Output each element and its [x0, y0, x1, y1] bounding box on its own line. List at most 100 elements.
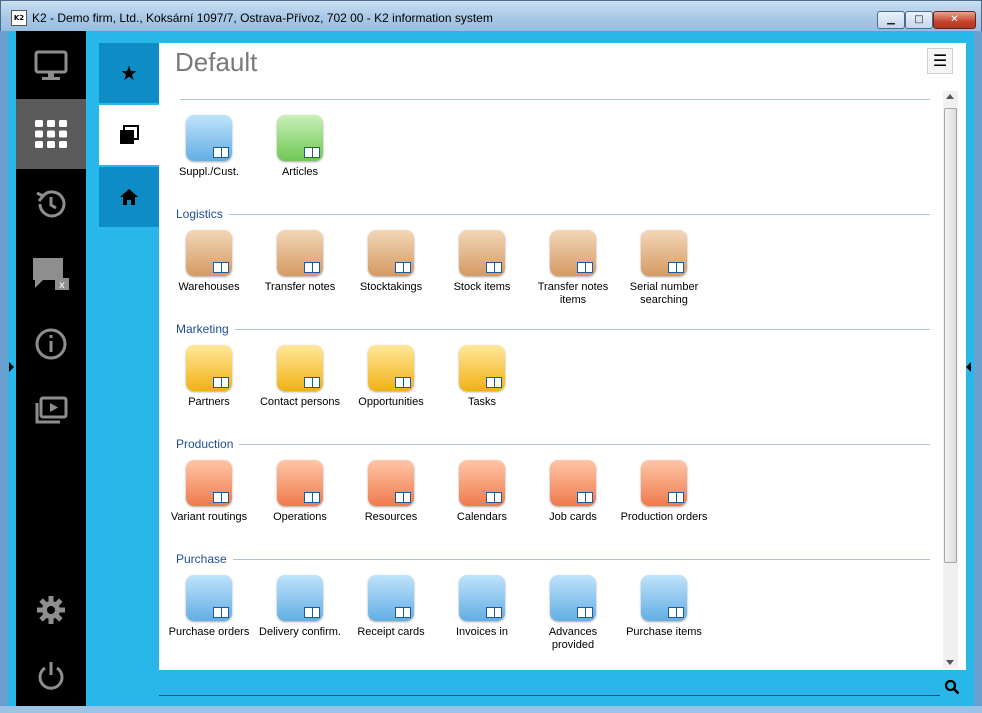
book-icon — [213, 492, 229, 503]
scroll-up-arrow-icon[interactable] — [946, 94, 954, 99]
main-content: Default ☰ Logistics Marketing Production… — [159, 43, 966, 670]
book-icon — [304, 607, 320, 618]
scroll-thumb[interactable] — [944, 108, 957, 563]
section-label-purchase: Purchase — [176, 552, 233, 566]
section-divider-marketing — [180, 329, 930, 330]
tile-opportunities[interactable]: Opportunities — [345, 345, 437, 409]
maximize-button[interactable]: □ — [905, 11, 933, 29]
tile-articles[interactable]: Articles — [254, 115, 346, 179]
media-icon — [35, 396, 68, 424]
tile-purchase-orders[interactable]: Purchase orders — [163, 575, 255, 639]
close-button[interactable]: ✕ — [933, 11, 976, 29]
tile-partners[interactable]: Partners — [163, 345, 255, 409]
forklift-icon — [186, 230, 232, 276]
settings-icon — [37, 596, 65, 624]
tab-home[interactable] — [99, 167, 159, 227]
section-label-production: Production — [176, 437, 240, 451]
star-icon: ★ — [120, 61, 138, 85]
book-icon — [395, 607, 411, 618]
tile-operations[interactable]: Operations — [254, 460, 346, 524]
tile-serial-number-searching[interactable]: Serial number searching — [618, 230, 710, 307]
tile-production-orders[interactable]: Production orders — [618, 460, 710, 524]
tile-label: Purchase items — [626, 626, 702, 638]
svg-text:x: x — [59, 280, 65, 291]
basket-icon — [550, 230, 596, 276]
tab-windows[interactable] — [99, 105, 159, 165]
scroll-down-arrow-icon[interactable] — [946, 660, 954, 665]
windows-icon — [120, 125, 139, 144]
nav-item-monitor[interactable] — [16, 31, 86, 101]
tile-stock-items[interactable]: Stock items — [436, 230, 528, 294]
advance-icon — [550, 575, 596, 621]
tile-label: Invoices in — [456, 626, 508, 638]
tile-label: Delivery confirm. — [259, 626, 341, 638]
tile-label: Contact persons — [259, 396, 341, 408]
tile-job-cards[interactable]: Job cards — [527, 460, 619, 524]
book-icon — [486, 607, 502, 618]
nav-item-messages[interactable]: x — [16, 239, 86, 309]
tile-label: Job cards — [549, 511, 597, 523]
application-window: K2 K2 - Demo firm, Ltd., Koksární 1097/7… — [0, 0, 982, 713]
tab-favorites[interactable]: ★ — [99, 43, 159, 103]
book-icon — [395, 262, 411, 273]
window-bottom-border — [0, 706, 982, 713]
job-card-icon — [550, 460, 596, 506]
tile-label: Operations — [273, 511, 327, 523]
book-icon — [395, 492, 411, 503]
nav-item-settings[interactable] — [16, 575, 86, 645]
section-divider-top — [180, 99, 930, 100]
minimize-button[interactable]: ▁ — [877, 11, 905, 29]
book-icon — [213, 607, 229, 618]
window-title: K2 - Demo firm, Ltd., Koksární 1097/7, O… — [32, 11, 493, 25]
section-label-marketing: Marketing — [176, 322, 235, 336]
tile-suppl-cust[interactable]: Suppl./Cust. — [163, 115, 255, 179]
invoice-icon — [459, 575, 505, 621]
book-icon — [668, 492, 684, 503]
tile-calendars[interactable]: Calendars — [436, 460, 528, 524]
nav-item-history[interactable] — [16, 169, 86, 239]
book-icon — [577, 262, 593, 273]
stocktaking-icon — [368, 230, 414, 276]
book-icon — [486, 377, 502, 388]
tile-variant-routings[interactable]: Variant routings — [163, 460, 255, 524]
tile-stocktakings[interactable]: Stocktakings — [345, 230, 437, 294]
book-icon — [213, 262, 229, 273]
tile-warehouses[interactable]: Warehouses — [163, 230, 255, 294]
vertical-scrollbar[interactable] — [943, 91, 958, 668]
tile-label: Serial number searching — [629, 281, 699, 306]
book-icon — [486, 262, 502, 273]
section-divider-production — [180, 444, 930, 445]
nav-item-apps[interactable] — [16, 99, 86, 169]
basket-icon — [459, 230, 505, 276]
tile-label: Articles — [281, 166, 319, 178]
nav-item-power[interactable] — [16, 640, 86, 710]
book-icon — [668, 607, 684, 618]
tile-transfer-notes[interactable]: Transfer notes — [254, 230, 346, 294]
tile-resources[interactable]: Resources — [345, 460, 437, 524]
search-button[interactable] — [944, 679, 962, 697]
power-icon — [38, 662, 64, 690]
history-icon — [36, 190, 66, 218]
nav-item-info[interactable] — [16, 309, 86, 379]
tile-contact-persons[interactable]: Contact persons — [254, 345, 346, 409]
tile-tasks[interactable]: Tasks — [436, 345, 528, 409]
supplier-customer-icon — [186, 115, 232, 161]
tile-purchase-items[interactable]: Purchase items — [618, 575, 710, 639]
book-icon — [577, 492, 593, 503]
title-bar[interactable]: K2 K2 - Demo firm, Ltd., Koksární 1097/7… — [0, 0, 982, 31]
tile-receipt-cards[interactable]: Receipt cards — [345, 575, 437, 639]
tile-advances-provided[interactable]: Advances provided — [527, 575, 619, 652]
search-input[interactable] — [159, 676, 940, 696]
tile-invoices-in[interactable]: Invoices in — [436, 575, 528, 639]
info-icon — [35, 328, 67, 360]
book-icon — [304, 377, 320, 388]
nav-item-media[interactable] — [16, 376, 86, 446]
tile-label: Advances provided — [548, 626, 598, 651]
people-icon — [277, 345, 323, 391]
menu-button[interactable]: ☰ — [927, 48, 953, 74]
collapse-right-arrow-icon[interactable] — [966, 362, 971, 372]
tile-delivery-confirm[interactable]: Delivery confirm. — [254, 575, 346, 639]
collapse-left-arrow-icon[interactable] — [9, 362, 14, 372]
tile-transfer-notes-items[interactable]: Transfer notes items — [527, 230, 619, 307]
documents-icon — [277, 230, 323, 276]
